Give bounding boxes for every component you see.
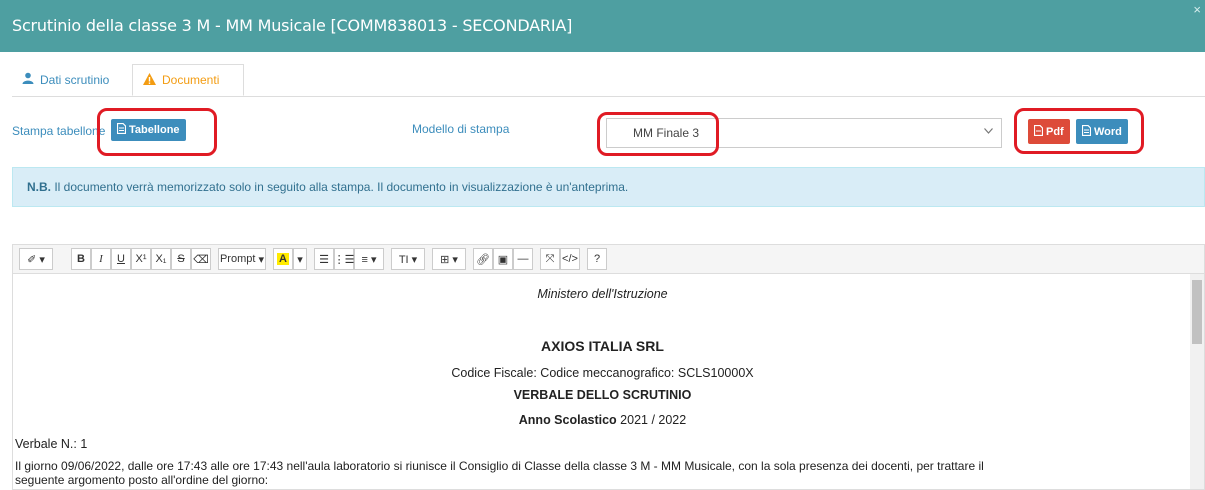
- highlight-box-tabellone: [97, 108, 217, 156]
- subscript-icon[interactable]: X₁: [151, 248, 171, 270]
- scrollbar[interactable]: [1190, 274, 1204, 489]
- verbale-title: VERBALE DELLO SCRUTINIO: [513, 388, 692, 402]
- paragraph-line-1: Il giorno 09/06/2022, dalle ore 17:43 al…: [15, 459, 984, 473]
- image-icon[interactable]: ▣: [493, 248, 513, 270]
- help-icon[interactable]: ?: [587, 248, 607, 270]
- chevron-down-icon: [984, 126, 993, 137]
- prompt-label: Prompt: [219, 253, 256, 265]
- eraser-icon[interactable]: ⌫: [191, 248, 211, 270]
- fullscreen-icon[interactable]: ⤧: [540, 248, 560, 270]
- link-icon[interactable]: 🔗︎: [473, 248, 493, 270]
- stampa-tabellone-label: Stampa tabellone: [12, 124, 106, 138]
- strikethrough-icon[interactable]: S: [171, 248, 191, 270]
- warning-icon: [143, 72, 156, 88]
- editor-toolbar: ✐ ▾ B I U X¹ X₁ S ⌫ Prompt ▾ A ▾ ☰ ⋮☰ ≡ …: [12, 244, 1205, 274]
- text-color-icon[interactable]: A: [273, 248, 293, 270]
- anno-value: 2021 / 2022: [616, 413, 687, 427]
- modello-di-stampa-label: Modello di stampa: [412, 122, 510, 136]
- bold-icon[interactable]: B: [71, 248, 91, 270]
- italic-icon[interactable]: I: [91, 248, 111, 270]
- bullet-list-icon[interactable]: ☰: [314, 248, 334, 270]
- close-icon[interactable]: ×: [1193, 2, 1201, 17]
- user-icon: [22, 72, 34, 87]
- verbale-number: Verbale N.: 1: [15, 437, 88, 451]
- modal-title: Scrutinio della classe 3 M - MM Musicale…: [12, 16, 573, 35]
- tab-label: Dati scrutinio: [40, 72, 110, 87]
- anno-label: Anno Scolastico: [518, 413, 617, 427]
- horizontal-rule-icon[interactable]: —: [513, 248, 533, 270]
- company-name: AXIOS ITALIA SRL: [541, 338, 664, 354]
- note-bold: N.B.: [27, 180, 51, 194]
- tab-dati-scrutinio[interactable]: Dati scrutinio: [12, 64, 132, 95]
- info-note: N.B. Il documento verrà memorizzato solo…: [12, 167, 1205, 207]
- highlight-box-modello: [597, 112, 719, 156]
- align-icon[interactable]: ≡ ▾: [354, 248, 384, 270]
- tab-bar: Dati scrutinio Documenti: [12, 64, 1205, 97]
- superscript-icon[interactable]: X¹: [131, 248, 151, 270]
- paragraph-line-2: seguente argomento posto all'ordine del …: [15, 473, 269, 487]
- code-view-icon[interactable]: </>: [560, 248, 580, 270]
- font-size-icon[interactable]: TI ▾: [391, 248, 425, 270]
- numbered-list-icon[interactable]: ⋮☰: [334, 248, 354, 270]
- tab-label: Documenti: [162, 73, 220, 87]
- info-note-text: N.B. Il documento verrà memorizzato solo…: [27, 180, 628, 194]
- underline-icon[interactable]: U: [111, 248, 131, 270]
- tab-documenti[interactable]: Documenti: [132, 64, 244, 96]
- table-icon[interactable]: ⊞ ▾: [432, 248, 466, 270]
- codice-line: Codice Fiscale: Codice meccanografico: S…: [451, 366, 754, 380]
- note-body: Il documento verrà memorizzato solo in s…: [51, 180, 629, 194]
- magic-wand-icon[interactable]: ✐ ▾: [19, 248, 53, 270]
- scrollbar-thumb[interactable]: [1192, 280, 1202, 344]
- text-color-dropdown[interactable]: ▾: [293, 248, 307, 270]
- editor-content[interactable]: Ministero dell'Istruzione AXIOS ITALIA S…: [12, 274, 1205, 490]
- prompt-dropdown[interactable]: Prompt ▾: [218, 248, 266, 270]
- modal-titlebar: Scrutinio della classe 3 M - MM Musicale…: [0, 0, 1205, 52]
- highlight-box-export: [1014, 108, 1144, 154]
- ministero-line: Ministero dell'Istruzione: [537, 287, 668, 301]
- anno-scolastico-line: Anno Scolastico 2021 / 2022: [13, 413, 1192, 427]
